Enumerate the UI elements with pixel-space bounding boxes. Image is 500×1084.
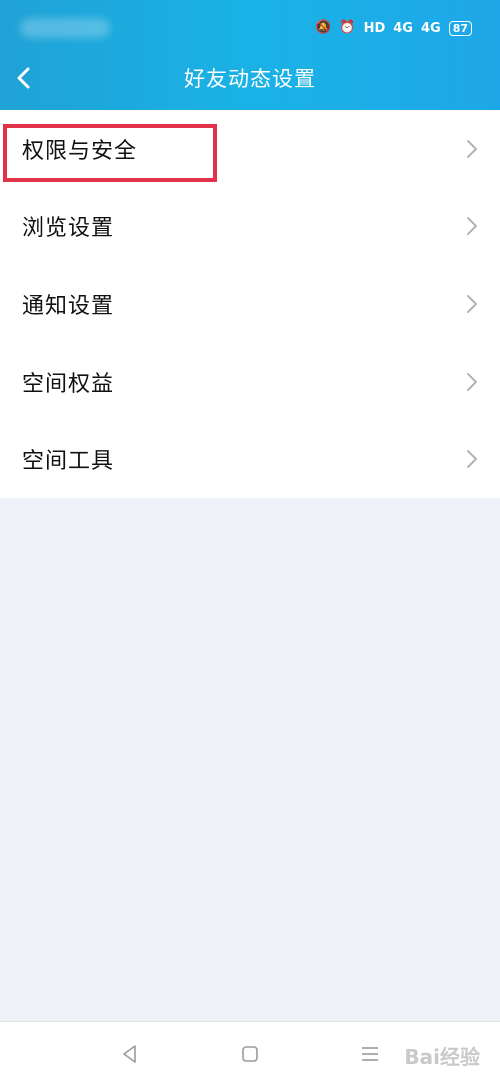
settings-menu: 权限与安全 浏览设置 通知设置 空间权益 空间工具 — [0, 110, 500, 498]
system-nav-bar: Bai经验 — [0, 1021, 500, 1084]
system-back-button[interactable] — [118, 1042, 142, 1066]
status-time-blurred — [20, 18, 110, 38]
menu-item-space-benefits[interactable]: 空间权益 — [0, 343, 500, 421]
menu-lines-icon — [362, 1047, 378, 1061]
home-square-icon — [242, 1046, 258, 1062]
chevron-right-icon — [467, 139, 477, 158]
system-menu-button[interactable] — [358, 1042, 382, 1066]
alarm-icon: ⏰ — [339, 20, 356, 35]
menu-item-label: 权限与安全 — [22, 138, 138, 164]
chevron-right-icon — [467, 450, 477, 469]
menu-item-label: 通知设置 — [22, 293, 115, 319]
menu-item-browse-settings[interactable]: 浏览设置 — [0, 188, 500, 266]
network-label: HD — [363, 20, 386, 36]
battery-indicator: 87 — [448, 20, 472, 36]
chevron-right-icon — [467, 217, 477, 236]
chevron-right-icon — [467, 294, 477, 313]
status-icons: 🔕 ⏰ HD 4G 4G 87 — [315, 20, 472, 36]
menu-item-label: 浏览设置 — [22, 216, 115, 242]
menu-item-label: 空间权益 — [22, 371, 115, 397]
system-home-button[interactable] — [238, 1042, 262, 1066]
chevron-right-icon — [467, 372, 477, 391]
mute-bell-icon: 🔕 — [315, 20, 332, 35]
menu-item-notification-settings[interactable]: 通知设置 — [0, 265, 500, 343]
menu-item-label: 空间工具 — [22, 449, 115, 475]
page-title: 好友动态设置 — [184, 67, 316, 91]
status-bar: 🔕 ⏰ HD 4G 4G 87 — [0, 0, 500, 46]
nav-bar: 好友动态设置 — [0, 46, 500, 110]
header: 🔕 ⏰ HD 4G 4G 87 好友动态设置 — [0, 0, 500, 110]
signal-1-label: 4G — [393, 20, 413, 36]
back-triangle-icon — [123, 1045, 136, 1063]
watermark-text: Bai经验 — [404, 1045, 480, 1069]
signal-2-label: 4G — [420, 20, 441, 36]
menu-item-permissions-security[interactable]: 权限与安全 — [0, 110, 500, 188]
menu-item-space-tools[interactable]: 空间工具 — [0, 420, 500, 498]
